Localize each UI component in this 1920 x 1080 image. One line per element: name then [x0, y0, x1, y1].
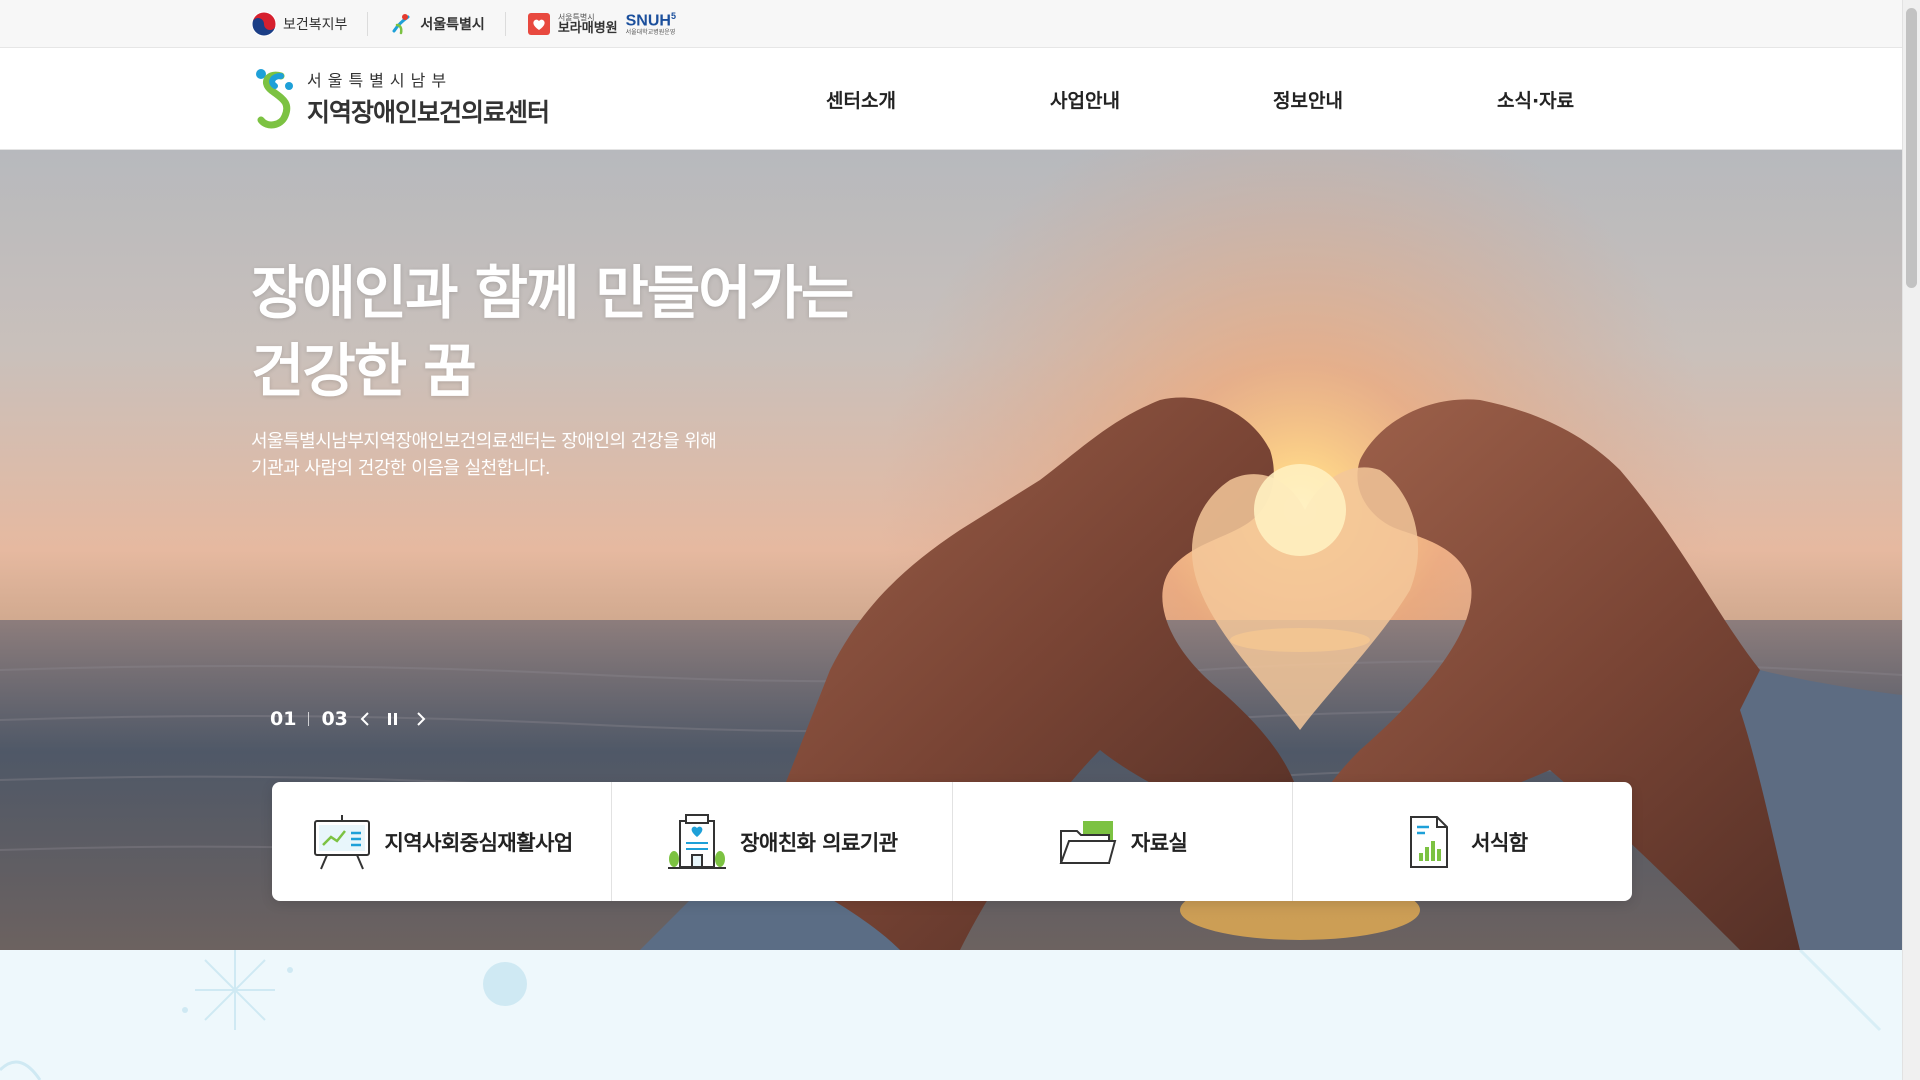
chevron-right-icon — [417, 712, 426, 726]
quick-label-community-rehab: 지역사회중심재활사업 — [384, 830, 574, 855]
logo-subtitle: 서울특별시남부 — [307, 71, 453, 90]
slider-controls: 01 03 — [270, 708, 432, 730]
partner-mohw-label: 보건복지부 — [283, 17, 348, 33]
nav-item-news[interactable]: 소식·자료 — [1497, 86, 1574, 113]
quick-label-friendly-hospital: 장애친화 의료기관 — [740, 830, 898, 855]
lower-section — [0, 950, 1902, 1080]
hero-title: 장애인과 함께 만들어가는 건강한 꿈 — [251, 254, 854, 410]
partner-mohw-link[interactable]: 보건복지부 — [251, 0, 367, 48]
hero-desc-line1: 서울특별시남부지역장애인보건의료센터는 장애인의 건강을 위해 — [251, 431, 717, 452]
page-scrollbar[interactable] — [1902, 0, 1920, 1080]
mohw-emblem-icon — [251, 11, 277, 37]
boramae-hospital-icon — [527, 13, 550, 35]
slide-next-button[interactable] — [410, 708, 432, 730]
hero-title-line2: 건강한 꿈 — [251, 337, 477, 405]
nav-item-center-intro[interactable]: 센터소개 — [826, 86, 896, 113]
slide-current: 01 — [270, 708, 297, 730]
partner-seoul-label: 서울특별시 — [420, 17, 485, 33]
seoul-symbol-icon — [392, 14, 410, 35]
nav-item-information[interactable]: 정보안내 — [1273, 86, 1343, 113]
site-logo[interactable]: 서울특별시남부 지역장애인보건의료센터 — [251, 66, 550, 130]
folder-icon — [1059, 820, 1117, 864]
quick-item-community-rehab[interactable]: 지역사회중심재활사업 — [272, 782, 611, 901]
quick-item-friendly-hospital[interactable]: 장애친화 의료기관 — [611, 782, 951, 901]
chevron-left-icon — [360, 712, 369, 726]
slide-pause-button[interactable] — [382, 708, 404, 730]
presentation-board-icon — [313, 814, 370, 869]
pause-icon — [387, 713, 397, 725]
snuh-small-label: 서울대학교병원운영 — [625, 28, 676, 36]
partner-boramae-link[interactable]: 서울특별시 보라매병원 SNUH5 서울대학교병원운영 — [504, 11, 696, 36]
quick-menu: 지역사회중심재활사업 장애친화 의료기관 자료실 서식함 — [272, 782, 1632, 901]
partner-bar: 보건복지부 서울특별시 서울특별시 보라매병원 SNUH5 서울대학교병원운영 — [0, 0, 1902, 48]
slide-prev-button[interactable] — [354, 708, 376, 730]
hero-desc-line2: 기관과 사람의 건강한 이음을 실천합니다. — [251, 458, 551, 479]
quick-item-archive[interactable]: 자료실 — [951, 782, 1292, 901]
slide-separator — [308, 712, 310, 726]
quick-item-forms[interactable]: 서식함 — [1291, 782, 1632, 901]
slide-total: 03 — [321, 708, 348, 730]
scrollbar-thumb[interactable] — [1906, 8, 1917, 288]
quick-label-archive: 자료실 — [1130, 830, 1188, 855]
nav-item-business[interactable]: 사업안내 — [1050, 86, 1120, 113]
quick-label-forms: 서식함 — [1471, 830, 1528, 855]
document-chart-icon — [1410, 815, 1449, 868]
hero-title-line1: 장애인과 함께 만들어가는 — [251, 259, 854, 327]
site-header: 서울특별시남부 지역장애인보건의료센터 센터소개 사업안내 정보안내 소식·자료 — [0, 48, 1902, 150]
logo-title: 지역장애인보건의료센터 — [307, 98, 550, 127]
hospital-building-icon — [668, 813, 727, 869]
partner-seoul-link[interactable]: 서울특별시 — [367, 12, 504, 36]
snuh-logo: SNUH5 — [625, 11, 676, 30]
hero-description: 서울특별시남부지역장애인보건의료센터는 장애인의 건강을 위해 기관과 사람의 … — [251, 428, 717, 482]
decorative-sparkle-icon — [0, 950, 1882, 1080]
center-logo-icon — [256, 69, 293, 129]
partner-boramae-label: 보라매병원 — [557, 20, 618, 36]
